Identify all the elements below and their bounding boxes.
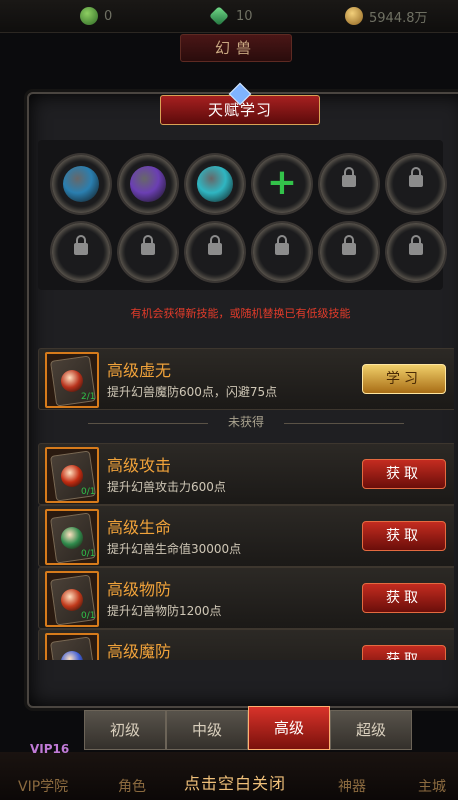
- currency-item: 5944.8万: [345, 6, 428, 26]
- skill-row: 0/1 高级生命提升幻兽生命值30000点 获取: [38, 505, 454, 567]
- lock-icon: [342, 167, 356, 187]
- currency-item: 10: [209, 6, 253, 26]
- skill-name: 高级攻击: [107, 456, 172, 475]
- currency-bar: 0 10 5944.8万: [0, 0, 458, 33]
- skill-book-icon: 0/1: [45, 633, 99, 660]
- skill-slot[interactable]: [52, 223, 110, 281]
- skill-orb-icon: [61, 465, 83, 487]
- currency-value: 5944.8万: [369, 10, 428, 26]
- skill-slot[interactable]: [52, 155, 110, 213]
- currency-value: 10: [236, 8, 253, 24]
- skill-list[interactable]: 未获得 2/1 高级虚无 提升幻兽魔防600点，闪避75点 学习 0/1 高级攻击 提升幻兽…: [38, 345, 454, 660]
- sword-skill-icon: [130, 166, 166, 202]
- divider-label: 未获得: [38, 413, 454, 433]
- skill-desc: 提升幻兽魔防600点，闪避75点: [107, 385, 278, 399]
- skill-slot[interactable]: [186, 223, 244, 281]
- dragon-skill-icon: [63, 166, 99, 202]
- skill-count: 0/1: [81, 549, 96, 559]
- close-hint[interactable]: 点击空白关闭: [160, 770, 310, 794]
- lock-icon: [409, 167, 423, 187]
- skill-name: 高级物防: [107, 580, 172, 599]
- skill-slot[interactable]: [119, 155, 177, 213]
- vip-badge: VIP16: [30, 742, 70, 756]
- lock-icon: [342, 235, 356, 255]
- nav-artifact[interactable]: 神器: [338, 776, 366, 796]
- skill-slot[interactable]: [320, 155, 378, 213]
- skill-slot[interactable]: [119, 223, 177, 281]
- heart-skill-icon: [197, 166, 233, 202]
- skill-slot[interactable]: [320, 223, 378, 281]
- learn-button[interactable]: 学习: [362, 364, 446, 394]
- skill-slot[interactable]: [387, 223, 445, 281]
- tab-tier[interactable]: 初级: [84, 710, 166, 750]
- skill-count: 2/1: [81, 392, 96, 402]
- get-button[interactable]: 获取: [362, 583, 446, 613]
- skill-count: 0/1: [81, 611, 96, 621]
- skill-book-icon: 0/1: [45, 509, 99, 565]
- skill-slot[interactable]: +: [253, 155, 311, 213]
- tab-tier[interactable]: 超级: [330, 710, 412, 750]
- skill-row: 2/1 高级虚无提升幻兽魔防600点，闪避75点 学习: [38, 348, 454, 410]
- lock-icon: [275, 235, 289, 255]
- skill-slot[interactable]: [253, 223, 311, 281]
- skill-slot-grid: +: [38, 140, 445, 290]
- green-coin-icon: [80, 7, 98, 25]
- hint-text: 有机会获得新技能，或随机替换已有低级技能: [130, 307, 351, 320]
- skill-book-icon: 0/1: [45, 447, 99, 503]
- nav-role[interactable]: 角色: [118, 776, 146, 796]
- tab-tier[interactable]: 高级: [248, 706, 330, 750]
- skill-orb-icon: [61, 370, 83, 392]
- lock-icon: [74, 235, 88, 255]
- lock-icon: [141, 235, 155, 255]
- skill-row: 0/1 高级物防提升幻兽物防1200点 获取: [38, 567, 454, 629]
- tab-tier[interactable]: 中级: [166, 710, 248, 750]
- nav-city[interactable]: 主城: [418, 776, 446, 796]
- get-button[interactable]: 获取: [362, 645, 446, 660]
- skill-name: 高级生命: [107, 518, 172, 537]
- skill-row: 0/1 高级攻击提升幻兽攻击力600点 获取: [38, 443, 454, 505]
- lock-icon: [409, 235, 423, 255]
- currency-value: 0: [104, 8, 113, 24]
- skill-desc: 提升幻兽攻击力600点: [107, 480, 226, 494]
- skill-slot[interactable]: [387, 155, 445, 213]
- skill-desc: 提升幻兽物防1200点: [107, 604, 222, 618]
- get-button[interactable]: 获取: [362, 521, 446, 551]
- window-title: 幻兽: [180, 34, 292, 62]
- tier-tabs: 初级 中级 高级 超级: [84, 706, 414, 750]
- skill-desc: 提升幻兽生命值30000点: [107, 542, 242, 556]
- skill-name: 高级魔防: [107, 642, 172, 660]
- nav-vip[interactable]: VIP学院: [18, 776, 68, 796]
- gold-coin-icon: [345, 7, 363, 25]
- currency-item: 0: [80, 6, 112, 26]
- skill-row: 0/1 高级魔防 获取: [38, 629, 454, 660]
- skill-orb-icon: [61, 589, 83, 611]
- plus-icon: +: [266, 162, 298, 203]
- skill-name: 高级虚无: [107, 361, 172, 380]
- skill-book-icon: 2/1: [45, 352, 99, 408]
- skill-book-icon: 0/1: [45, 571, 99, 627]
- skill-slot[interactable]: [186, 155, 244, 213]
- skill-orb-icon: [61, 527, 83, 549]
- green-gem-icon: [209, 6, 229, 26]
- lock-icon: [208, 235, 222, 255]
- skill-count: 0/1: [81, 487, 96, 497]
- get-button[interactable]: 获取: [362, 459, 446, 489]
